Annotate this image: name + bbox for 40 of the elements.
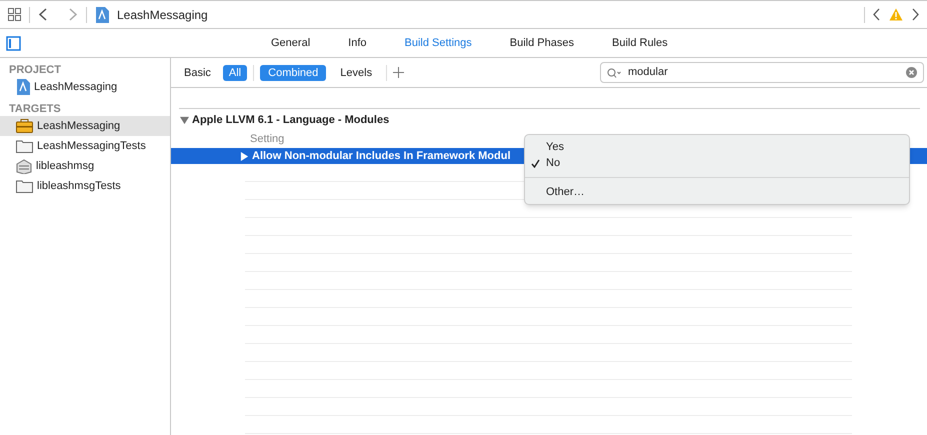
sidebar-item[interactable]: LeashMessagingTests	[0, 136, 170, 156]
section-header: TARGETS	[8, 103, 62, 116]
document-icon	[95, 6, 109, 22]
folder-icon	[16, 179, 33, 193]
sidebar-item[interactable]: libleashmsgTests	[0, 176, 170, 196]
tab[interactable]: Build Rules	[592, 34, 687, 52]
next-icon[interactable]	[911, 8, 919, 21]
tab[interactable]: Build Phases	[490, 34, 593, 52]
view-button[interactable]: Combined	[260, 64, 326, 80]
tab[interactable]: Build Settings	[386, 34, 491, 52]
building-icon	[16, 158, 32, 174]
sidebar-item[interactable]: LeashMessaging	[0, 116, 170, 136]
menu-item[interactable]: No	[525, 155, 909, 171]
filter-button[interactable]: Basic	[178, 64, 217, 80]
tab[interactable]: Info	[329, 34, 386, 52]
clear-icon[interactable]	[906, 67, 917, 78]
search-icon	[607, 68, 622, 78]
document-icon	[16, 79, 30, 95]
section-header: PROJECT	[8, 64, 62, 77]
folder-icon	[16, 139, 33, 153]
sidebar-item[interactable]: LeashMessaging	[0, 77, 170, 97]
back-icon[interactable]	[38, 8, 48, 21]
breadcrumb[interactable]: LeashMessaging	[117, 6, 208, 24]
group-title: Apple LLVM 6.1 - Language - Modules	[192, 112, 390, 128]
sidebar-item[interactable]: libleashmsg	[0, 156, 170, 176]
tab[interactable]: General	[252, 34, 330, 52]
menu-item[interactable]: Yes	[525, 139, 909, 155]
menu-item[interactable]: Other…	[525, 184, 909, 200]
expanded-triangle-icon[interactable]	[180, 116, 189, 124]
grid-icon[interactable]	[8, 8, 21, 21]
forward-icon[interactable]	[68, 8, 78, 21]
column-header: Setting	[250, 132, 284, 148]
add-icon[interactable]	[393, 67, 404, 78]
search-field[interactable]: modular	[600, 62, 924, 83]
collapsed-triangle-icon[interactable]	[240, 152, 249, 160]
view-button[interactable]: Levels	[332, 64, 380, 80]
previous-icon[interactable]	[873, 8, 881, 21]
filter-button[interactable]: All	[222, 64, 248, 80]
toolbox-icon	[16, 119, 33, 133]
sidebar-toggle-icon[interactable]	[6, 36, 21, 50]
